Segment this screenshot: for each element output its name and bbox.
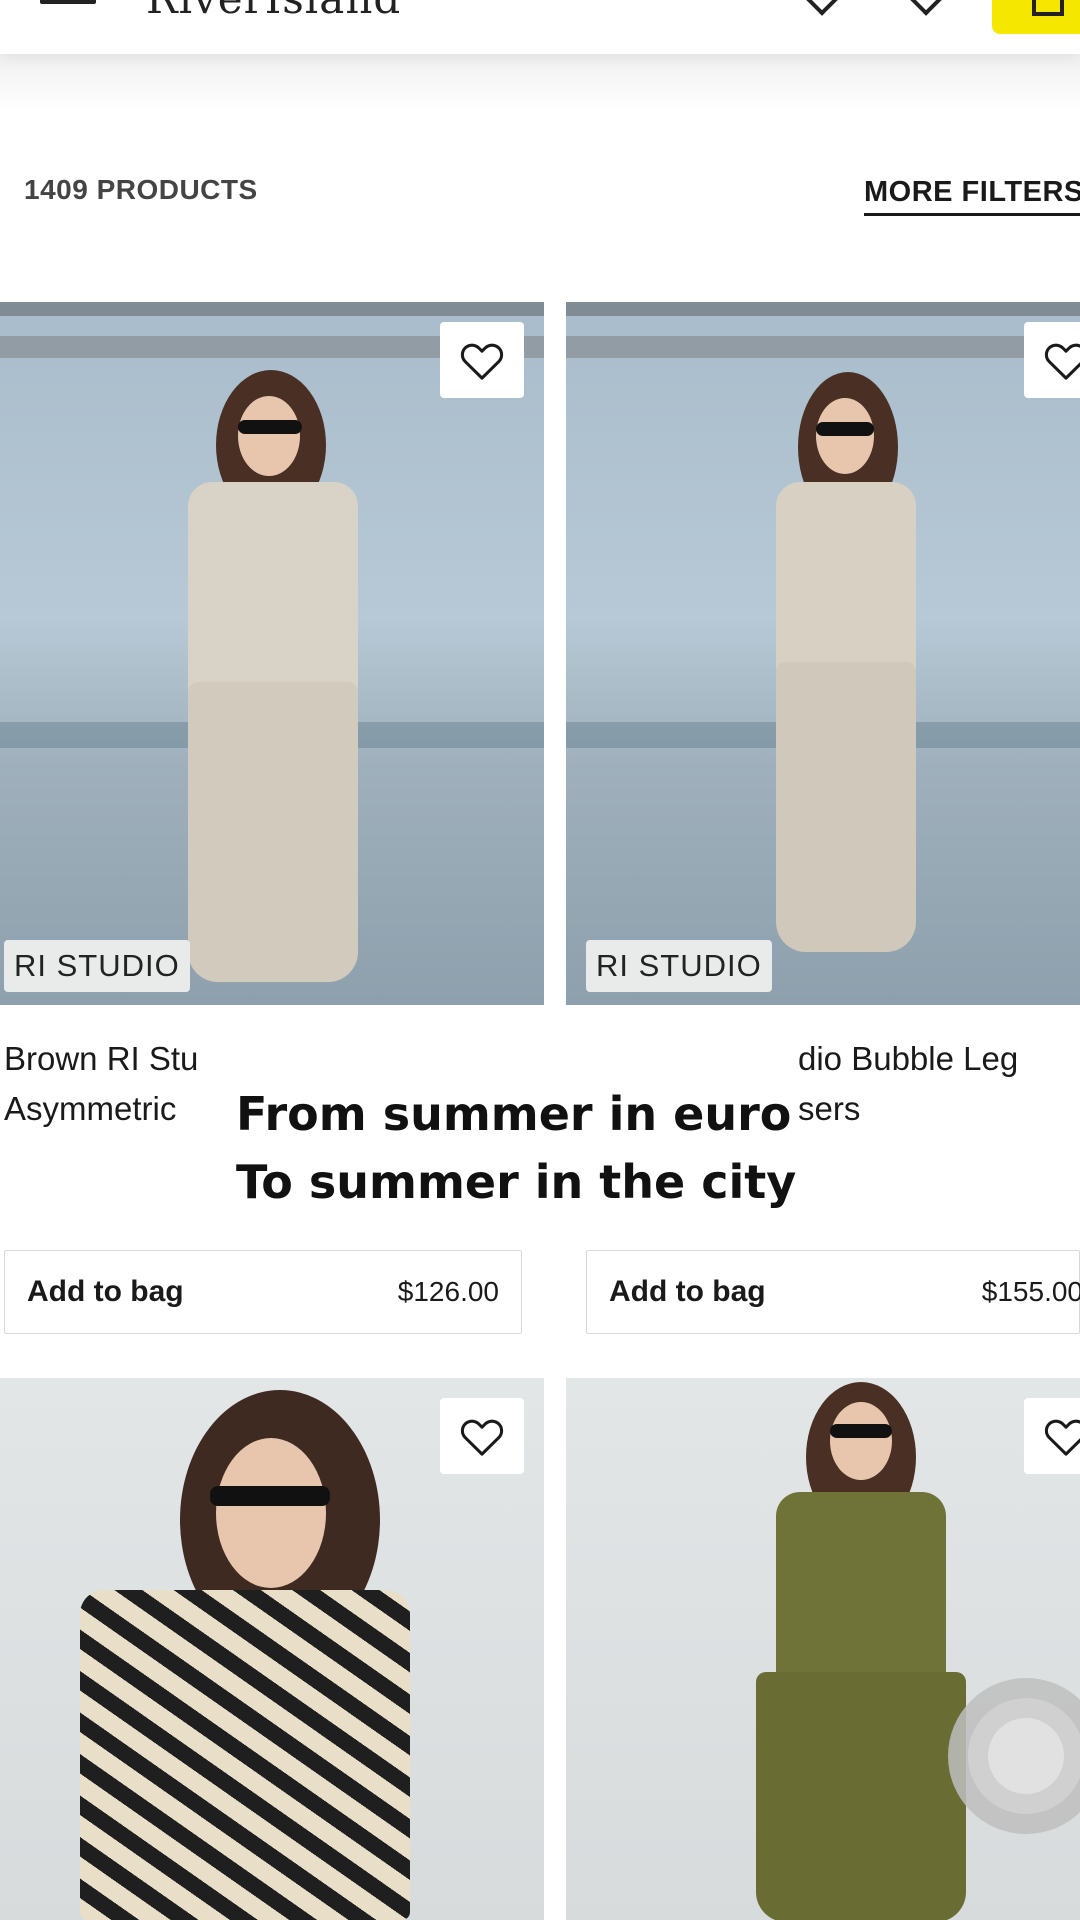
- product-price: $126.00: [397, 1276, 499, 1307]
- bag-button[interactable]: [992, 0, 1080, 34]
- menu-icon[interactable]: [40, 0, 96, 4]
- model-figure: [746, 372, 946, 992]
- brand-logo[interactable]: RiverIsland: [146, 0, 401, 23]
- heart-icon: [460, 343, 504, 380]
- model-figure: [70, 1390, 470, 1920]
- caption-line: From summer in euro: [236, 1087, 792, 1141]
- heart-icon: [1044, 1419, 1080, 1456]
- more-filters-link[interactable]: MORE FILTERS: [864, 176, 1080, 216]
- product-image[interactable]: RI STUDIO: [566, 302, 1080, 1005]
- model-figure: [746, 1382, 986, 1920]
- wishlist-button[interactable]: [1024, 1398, 1080, 1474]
- add-to-bag-button[interactable]: Add to bag: [609, 1275, 766, 1309]
- add-to-bag-bar[interactable]: Add to bag $126.00: [4, 1250, 522, 1334]
- brand-tag: RI STUDIO: [4, 940, 190, 992]
- product-image[interactable]: [0, 1378, 544, 1920]
- header-shadow: [0, 54, 1080, 114]
- product-image[interactable]: [566, 1378, 1080, 1920]
- wishlist-button[interactable]: [440, 322, 524, 398]
- product-card[interactable]: [0, 1378, 544, 1920]
- product-image[interactable]: RI STUDIO: [0, 302, 544, 1005]
- wishlist-button[interactable]: [1024, 322, 1080, 398]
- heart-icon: [460, 1419, 504, 1456]
- caption-line: To summer in the city: [236, 1155, 797, 1209]
- add-to-bag-bar[interactable]: Add to bag $155.00: [586, 1250, 1080, 1334]
- heart-icon[interactable]: [906, 0, 946, 16]
- add-to-bag-button[interactable]: Add to bag: [27, 1275, 184, 1309]
- product-count: 1409 PRODUCTS: [24, 174, 258, 205]
- product-price: $155.00: [981, 1276, 1080, 1307]
- product-card[interactable]: [566, 1378, 1080, 1920]
- search-icon[interactable]: [802, 0, 842, 16]
- product-title[interactable]: dio Bubble Leg sers: [798, 1034, 1080, 1134]
- product-title-line: dio Bubble Leg: [798, 1040, 1019, 1077]
- app-header: RiverIsland: [0, 0, 1080, 54]
- brand-tag: RI STUDIO: [586, 940, 772, 992]
- model-figure: [150, 362, 390, 1002]
- wishlist-button[interactable]: [440, 1398, 524, 1474]
- heart-icon: [1044, 343, 1080, 380]
- product-title-line: sers: [798, 1090, 861, 1127]
- video-caption: From summer in euro To summer in the cit…: [212, 1050, 797, 1246]
